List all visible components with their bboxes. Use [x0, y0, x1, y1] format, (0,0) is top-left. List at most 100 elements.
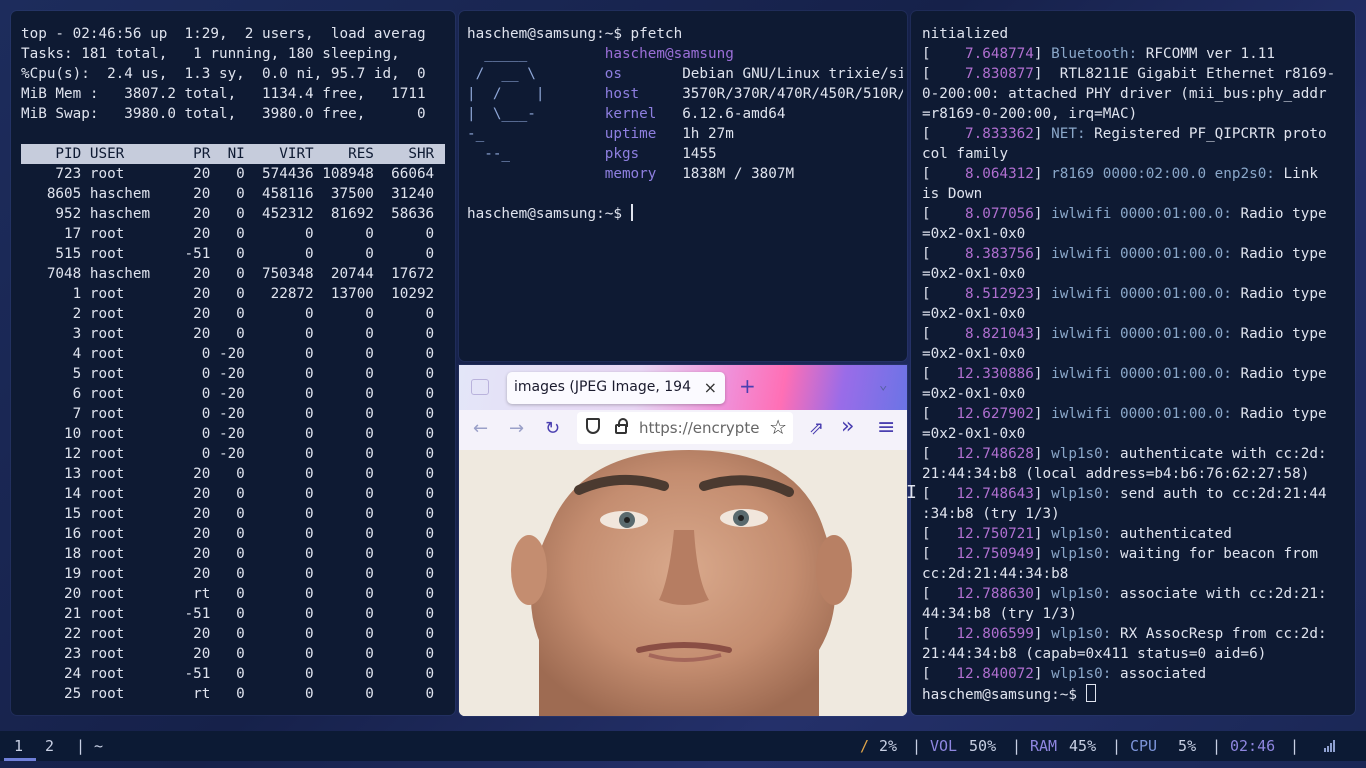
dmesg-line: [ 12.806599] wlp1s0: RX AssocResp from c… [922, 624, 1349, 644]
top-terminal-window[interactable]: top - 02:46:56 up 1:29, 2 users, load av… [11, 11, 455, 715]
bracket: [ [922, 586, 931, 602]
separator: | [1290, 737, 1300, 755]
dmesg-line: :34:b8 (try 1/3) [922, 506, 1060, 522]
process-row[interactable]: 25 root rt 0 0 0 0 [21, 684, 445, 704]
process-row[interactable]: 8605 haschem 20 0 458116 37500 31240 [21, 184, 445, 204]
dmesg-message: RX AssocResp from cc:2d: [1111, 626, 1327, 642]
process-row[interactable]: 10 root 0 -20 0 0 0 [21, 424, 445, 444]
bracket: [ [922, 246, 931, 262]
shield-icon[interactable] [586, 418, 600, 434]
new-tab-button[interactable]: + [739, 374, 756, 398]
bracket: ] [1033, 166, 1052, 182]
process-row[interactable]: 17 root 20 0 0 0 0 [21, 224, 445, 244]
process-row[interactable]: 952 haschem 20 0 452312 81692 58636 [21, 204, 445, 224]
process-row[interactable]: 1 root 20 0 22872 13700 10292 [21, 284, 445, 304]
dmesg-timestamp: 7.648774 [930, 46, 1034, 62]
wifi-signal-icon[interactable] [1324, 740, 1336, 752]
process-row[interactable]: 21 root -51 0 0 0 0 [21, 604, 445, 624]
process-row[interactable]: 723 root 20 0 574436 108948 66064 [21, 164, 445, 184]
dmesg-line: [ 8.077056] iwlwifi 0000:01:00.0: Radio … [922, 204, 1349, 224]
process-row[interactable]: 4 root 0 -20 0 0 0 [21, 344, 445, 364]
separator: | [1012, 737, 1022, 755]
bracket: [ [922, 166, 931, 182]
process-row[interactable]: 5 root 0 -20 0 0 0 [21, 364, 445, 384]
reload-button[interactable]: ↻ [545, 418, 560, 439]
more-tools-icon[interactable]: » [841, 414, 854, 439]
process-row[interactable]: 23 root 20 0 0 0 0 [21, 644, 445, 664]
tab-images[interactable]: images (JPEG Image, 194 × [507, 372, 725, 404]
dmesg-line: [ 12.788630] wlp1s0: associate with cc:2… [922, 584, 1349, 604]
top-output: top - 02:46:56 up 1:29, 2 users, load av… [21, 24, 445, 704]
dmesg-timestamp: 12.748643 [930, 486, 1034, 502]
disk-icon: / [860, 737, 870, 755]
face-photo [459, 450, 907, 716]
url-text[interactable]: https://encrypted [639, 419, 759, 437]
separator: | [1112, 737, 1122, 755]
process-row[interactable]: 22 root 20 0 0 0 0 [21, 624, 445, 644]
active-workspace-indicator [4, 758, 36, 761]
process-row[interactable]: 18 root 20 0 0 0 0 [21, 544, 445, 564]
bookmark-star-icon[interactable]: ☆ [769, 415, 787, 439]
jpeg-image-portrait [459, 450, 907, 716]
process-row[interactable]: 515 root -51 0 0 0 0 [21, 244, 445, 264]
process-row[interactable]: 13 root 20 0 0 0 0 [21, 464, 445, 484]
dmesg-timestamp: 8.821043 [930, 326, 1034, 342]
process-row[interactable]: 6 root 0 -20 0 0 0 [21, 384, 445, 404]
firefox-window[interactable]: images (JPEG Image, 194 × + ⌄ ← → ↻ http… [459, 365, 907, 716]
back-button[interactable]: ← [473, 418, 488, 439]
process-row[interactable]: 24 root -51 0 0 0 0 [21, 664, 445, 684]
prompt-line[interactable]: haschem@samsung:~$ [467, 204, 903, 224]
prompt-line[interactable]: haschem@samsung:~$ [922, 684, 1349, 704]
dmesg-subsystem: Bluetooth: [1051, 46, 1138, 62]
bracket: [ [922, 326, 931, 342]
dmesg-message: Radio type [1231, 286, 1327, 302]
process-row[interactable]: 16 root 20 0 0 0 0 [21, 524, 445, 544]
dmesg-subsystem: wlp1s0: [1051, 446, 1112, 462]
dmesg-line: 0-200:00: attached PHY driver (mii_bus:p… [922, 86, 1327, 102]
pfetch-value: 6.12.6-amd64 [682, 106, 786, 122]
process-row[interactable]: 12 root 0 -20 0 0 0 [21, 444, 445, 464]
tab-overview-icon[interactable] [471, 379, 489, 395]
forward-button[interactable]: → [509, 418, 524, 439]
top-summary-line: MiB Swap: 3980.0 total, 3980.0 free, 0 [21, 106, 426, 122]
debian-logo-ascii [467, 166, 605, 182]
bracket: ] [1033, 286, 1052, 302]
process-row[interactable]: 3 root 20 0 0 0 0 [21, 324, 445, 344]
dmesg-line: =0x2-0x1-0x0 [922, 346, 1026, 362]
process-table-header[interactable]: PID USER PR NI VIRT RES SHR [21, 144, 445, 164]
bracket: ] [1033, 486, 1052, 502]
pfetch-value: 1455 [682, 146, 717, 162]
dmesg-subsystem: wlp1s0: [1051, 526, 1112, 542]
dmesg-message: Link [1274, 166, 1318, 182]
process-row[interactable]: 7048 haschem 20 0 750348 20744 17672 [21, 264, 445, 284]
terminal-cursor [1085, 684, 1096, 702]
chevron-down-icon[interactable]: ⌄ [879, 377, 887, 393]
workspace-2[interactable]: 2 [45, 737, 54, 755]
pfetch-value: 1838M / 3807M [682, 166, 795, 182]
close-tab-icon[interactable]: × [704, 378, 717, 397]
bracket: [ [922, 666, 931, 682]
lock-icon[interactable] [615, 418, 628, 434]
top-summary-line: %Cpu(s): 2.4 us, 1.3 sy, 0.0 ni, 95.7 id… [21, 66, 426, 82]
pfetch-key: kernel [604, 106, 683, 122]
dmesg-timestamp: 12.750721 [930, 526, 1034, 542]
separator: | [912, 737, 922, 755]
dmesg-subsystem: wlp1s0: [1051, 546, 1112, 562]
url-bar[interactable]: https://encrypted ☆ [577, 412, 793, 444]
dmesg-line: [ 7.648774] Bluetooth: RFCOMM ver 1.11 [922, 44, 1349, 64]
ram-value: 45% [1060, 737, 1106, 755]
process-row[interactable]: 19 root 20 0 0 0 0 [21, 564, 445, 584]
bracket: [ [922, 66, 931, 82]
workspace-1[interactable]: 1 [14, 737, 23, 755]
menu-icon[interactable]: ≡ [877, 415, 895, 440]
extensions-icon[interactable]: ⇗ [809, 418, 824, 439]
pfetch-terminal-window[interactable]: haschem@samsung:~$ pfetch _____ haschem@… [459, 11, 907, 361]
process-row[interactable]: 7 root 0 -20 0 0 0 [21, 404, 445, 424]
process-row[interactable]: 2 root 20 0 0 0 0 [21, 304, 445, 324]
process-row[interactable]: 20 root rt 0 0 0 0 [21, 584, 445, 604]
pfetch-line: | \___- kernel 6.12.6-amd64 [467, 104, 903, 124]
process-row[interactable]: 14 root 20 0 0 0 0 [21, 484, 445, 504]
dmesg-terminal-window[interactable]: nitialized [ 7.648774] Bluetooth: RFCOMM … [911, 11, 1355, 715]
process-row[interactable]: 15 root 20 0 0 0 0 [21, 504, 445, 524]
